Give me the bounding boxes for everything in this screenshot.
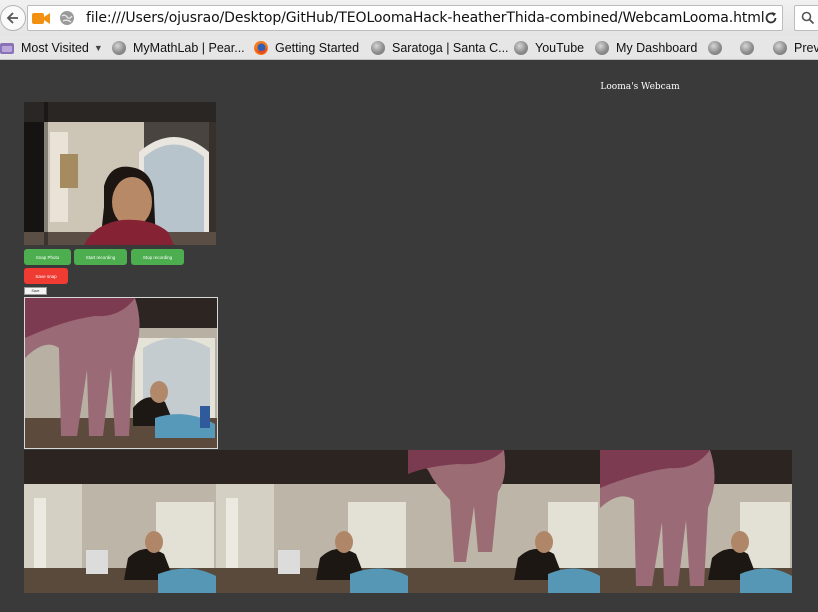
reload-button[interactable]	[758, 5, 784, 31]
url-bar[interactable]: file:///Users/ojusrao/Desktop/GitHub/TEO…	[27, 5, 783, 31]
search-icon	[801, 11, 815, 25]
snapshot-preview-image	[25, 298, 217, 448]
globe-icon	[371, 41, 385, 55]
camera-permission-icon[interactable]	[32, 12, 50, 25]
snapshot-preview	[24, 297, 218, 449]
webcam-video[interactable]	[24, 102, 216, 245]
globe-icon[interactable]	[59, 10, 75, 26]
bookmark-label: YouTube	[535, 41, 585, 55]
back-arrow-icon	[6, 12, 18, 24]
webcam-feed-image	[24, 102, 216, 245]
bookmark-my-dashboard[interactable]: My Dashboard	[595, 38, 697, 58]
snapshot-thumbnail[interactable]	[600, 450, 792, 593]
stop-recording-button[interactable]: Stop recording	[131, 249, 184, 265]
bookmark-label: Saratoga | Santa C...	[392, 41, 509, 55]
webcam-page: Looma's Webcam Snap Photo Start recordin…	[0, 61, 818, 612]
save-snap-button[interactable]: Save snap	[24, 268, 68, 284]
page-title: Looma's Webcam	[600, 82, 680, 92]
bookmark-label: My Dashboard	[616, 41, 698, 55]
small-action-button[interactable]: Save	[24, 287, 47, 295]
bookmark-youtube[interactable]: YouTube	[514, 38, 584, 58]
thumbnail-image	[600, 450, 792, 593]
bookmark-getting-started[interactable]: Getting Started	[254, 38, 359, 58]
start-recording-button[interactable]: Start recording	[74, 249, 127, 265]
bookmark-saratoga[interactable]: Saratoga | Santa C...	[371, 38, 509, 58]
bookmark-most-visited[interactable]: Most Visited ▼	[0, 38, 103, 58]
bookmark-unnamed-2[interactable]	[740, 38, 761, 58]
bookmark-label: MyMathLab | Pear...	[133, 41, 245, 55]
thumbnail-image	[216, 450, 408, 593]
browser-toolbar: file:///Users/ojusrao/Desktop/GitHub/TEO…	[0, 0, 818, 36]
snapshot-thumbnail[interactable]	[24, 450, 216, 593]
thumbnail-image	[408, 450, 600, 593]
bookmark-label: Prev	[794, 41, 818, 55]
snapshot-thumbnail[interactable]	[408, 450, 600, 593]
bookmarks-toolbar: Most Visited ▼ MyMathLab | Pear... Getti…	[0, 36, 818, 60]
bookmark-unnamed-1[interactable]	[708, 38, 729, 58]
search-box[interactable]	[794, 5, 818, 31]
url-text[interactable]: file:///Users/ojusrao/Desktop/GitHub/TEO…	[86, 10, 765, 26]
snap-photo-button[interactable]: Snap Photo	[24, 249, 71, 265]
most-visited-folder-icon	[0, 43, 14, 54]
firefox-icon	[254, 41, 268, 55]
bookmark-label: Most Visited	[21, 41, 89, 55]
bookmark-prev[interactable]: Prev	[773, 38, 818, 58]
back-button[interactable]	[0, 5, 26, 31]
chevron-down-icon: ▼	[93, 43, 103, 53]
thumbnail-image	[24, 450, 216, 593]
globe-icon	[595, 41, 609, 55]
bookmark-mymathlab[interactable]: MyMathLab | Pear...	[112, 38, 245, 58]
globe-icon	[514, 41, 528, 55]
globe-icon	[773, 41, 787, 55]
bookmark-label: Getting Started	[275, 41, 360, 55]
reload-icon	[765, 12, 777, 24]
globe-icon	[112, 41, 126, 55]
globe-icon	[708, 41, 722, 55]
globe-icon	[740, 41, 754, 55]
snapshot-thumbnail[interactable]	[216, 450, 408, 593]
